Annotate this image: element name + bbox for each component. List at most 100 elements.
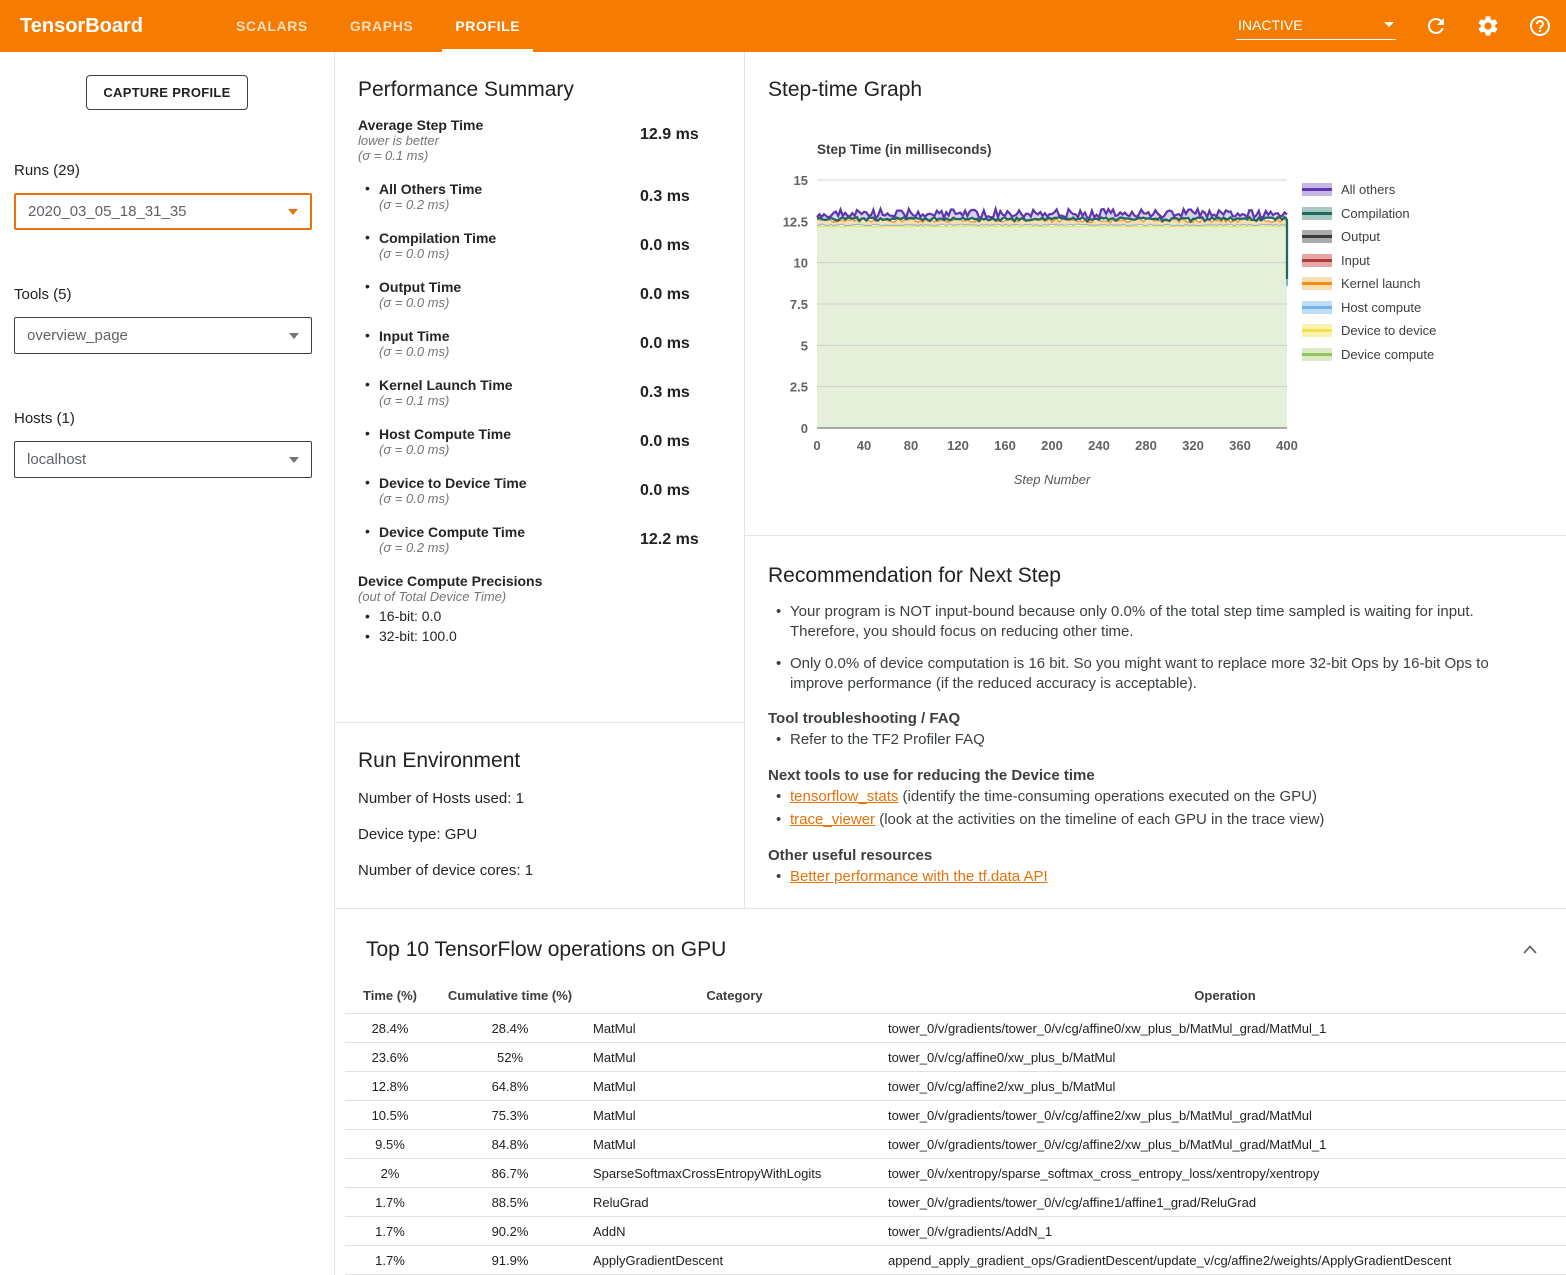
cell-category: MatMul xyxy=(585,1072,880,1101)
metric-value: 0.0 ms xyxy=(640,286,690,304)
column-header: Operation xyxy=(880,982,1566,1014)
cell-time: 10.5% xyxy=(345,1101,435,1130)
refresh-icon[interactable] xyxy=(1424,14,1448,38)
metric-value: 12.9 ms xyxy=(640,126,699,144)
table-row[interactable]: 1.7% 91.9% ApplyGradientDescent append_a… xyxy=(345,1246,1566,1275)
table-row[interactable]: 1.7% 90.2% AddN tower_0/v/gradients/AddN… xyxy=(345,1217,1566,1246)
capture-profile-button[interactable]: CAPTURE PROFILE xyxy=(86,75,247,110)
cell-operation: tower_0/v/xentropy/sparse_softmax_cross_… xyxy=(880,1159,1566,1188)
step-time-graph-card: Step-time Graph 02.557.51012.51504080120… xyxy=(745,52,1566,536)
run-env-line: Number of device cores: 1 xyxy=(358,862,744,879)
tab-scalars[interactable]: SCALARS xyxy=(215,0,329,52)
run-environment-title: Run Environment xyxy=(358,749,744,773)
table-row[interactable]: 9.5% 84.8% MatMul tower_0/v/gradients/to… xyxy=(345,1130,1566,1159)
legend-swatch xyxy=(1302,324,1332,337)
nav-tabs: SCALARSGRAPHSPROFILE xyxy=(215,0,541,52)
tool-desc: (identify the time-consuming operations … xyxy=(898,788,1317,805)
table-row[interactable]: 12.8% 64.8% MatMul tower_0/v/cg/affine2/… xyxy=(345,1072,1566,1101)
tools-dropdown-value: overview_page xyxy=(27,327,128,344)
svg-text:120: 120 xyxy=(947,438,969,453)
svg-text:160: 160 xyxy=(994,438,1016,453)
list-item: 16-bit: 0.0 xyxy=(358,606,744,626)
toolbar-right: INACTIVE xyxy=(1236,13,1552,40)
device-compute-precisions: Device Compute Precisions (out of Total … xyxy=(358,573,744,646)
precisions-title: Device Compute Precisions xyxy=(358,573,744,589)
tool-link[interactable]: trace_viewer xyxy=(790,811,875,828)
cell-time: 1.7% xyxy=(345,1188,435,1217)
list-item: Only 0.0% of device computation is 16 bi… xyxy=(768,654,1543,693)
cell-category: ReluGrad xyxy=(585,1188,880,1217)
table-row[interactable]: 23.6% 52% MatMul tower_0/v/cg/affine0/xw… xyxy=(345,1043,1566,1072)
cell-category: MatMul xyxy=(585,1101,880,1130)
table-row[interactable]: 2% 86.7% SparseSoftmaxCrossEntropyWithLo… xyxy=(345,1159,1566,1188)
tool-link[interactable]: tensorflow_stats xyxy=(790,788,898,805)
tab-graphs[interactable]: GRAPHS xyxy=(329,0,435,52)
cell-category: MatMul xyxy=(585,1014,880,1043)
performance-summary-card: Performance Summary Average Step Time lo… xyxy=(335,52,744,723)
table-row[interactable]: 10.5% 75.3% MatMul tower_0/v/gradients/t… xyxy=(345,1101,1566,1130)
cell-category: AddN xyxy=(585,1217,880,1246)
help-icon[interactable] xyxy=(1528,14,1552,38)
column-header: Time (%) xyxy=(345,982,435,1014)
svg-text:400: 400 xyxy=(1276,438,1298,453)
sidebar: CAPTURE PROFILE Runs (29) 2020_03_05_18_… xyxy=(0,52,335,1275)
runs-dropdown[interactable]: 2020_03_05_18_31_35 xyxy=(14,193,312,230)
tools-label: Tools (5) xyxy=(14,286,334,303)
recommendation-title: Recommendation for Next Step xyxy=(768,564,1566,588)
legend-swatch xyxy=(1302,254,1332,267)
svg-text:7.5: 7.5 xyxy=(790,297,808,312)
step-time-graph-title: Step-time Graph xyxy=(768,78,1566,102)
legend-item: Device to device xyxy=(1302,323,1436,338)
perf-summary-item: Device to Device Time (σ = 0.0 ms) 0.0 m… xyxy=(358,475,718,506)
svg-text:Step Number: Step Number xyxy=(1014,472,1091,487)
legend-item: Output xyxy=(1302,229,1436,244)
metric-value: 12.2 ms xyxy=(640,531,699,549)
svg-text:2.5: 2.5 xyxy=(790,380,808,395)
legend-item: All others xyxy=(1302,182,1436,197)
tool-link-item: trace_viewer (look at the activities on … xyxy=(768,810,1543,830)
table-header-row: Time (%)Cumulative time (%)CategoryOpera… xyxy=(345,982,1566,1014)
table-row[interactable]: 1.7% 88.5% ReluGrad tower_0/v/gradients/… xyxy=(345,1188,1566,1217)
status-dropdown[interactable]: INACTIVE xyxy=(1236,13,1396,40)
status-dropdown-value: INACTIVE xyxy=(1238,17,1303,33)
precisions-note: (out of Total Device Time) xyxy=(358,589,744,604)
cell-operation: tower_0/v/cg/affine2/xw_plus_b/MatMul xyxy=(880,1072,1566,1101)
legend-swatch xyxy=(1302,348,1332,361)
perf-summary-item: Device Compute Time (σ = 0.2 ms) 12.2 ms xyxy=(358,524,718,555)
legend-label: Output xyxy=(1341,229,1380,244)
legend-item: Input xyxy=(1302,253,1436,268)
hosts-dropdown[interactable]: localhost xyxy=(14,441,312,478)
legend-item: Kernel launch xyxy=(1302,276,1436,291)
runs-label: Runs (29) xyxy=(14,162,334,179)
legend-label: Kernel launch xyxy=(1341,276,1421,291)
cell-cumulative: 90.2% xyxy=(435,1217,585,1246)
svg-text:0: 0 xyxy=(801,421,808,436)
collapse-chevron-up-icon[interactable] xyxy=(1522,944,1538,955)
tab-profile[interactable]: PROFILE xyxy=(434,0,541,52)
cell-time: 2% xyxy=(345,1159,435,1188)
cell-category: MatMul xyxy=(585,1130,880,1159)
faq-title: Tool troubleshooting / FAQ xyxy=(768,710,1566,727)
metric-value: 0.0 ms xyxy=(640,237,690,255)
tools-dropdown[interactable]: overview_page xyxy=(14,317,312,354)
list-item: Your program is NOT input-bound because … xyxy=(768,602,1543,641)
run-environment-card: Run Environment Number of Hosts used: 1 … xyxy=(335,723,744,879)
cell-cumulative: 88.5% xyxy=(435,1188,585,1217)
svg-text:360: 360 xyxy=(1229,438,1251,453)
perf-summary-item: Input Time (σ = 0.0 ms) 0.0 ms xyxy=(358,328,718,359)
chevron-down-icon xyxy=(289,457,299,463)
chevron-down-icon xyxy=(1384,22,1394,27)
legend-item: Host compute xyxy=(1302,300,1436,315)
settings-gear-icon[interactable] xyxy=(1476,14,1500,38)
perf-summary-item: Compilation Time (σ = 0.0 ms) 0.0 ms xyxy=(358,230,718,261)
svg-text:5: 5 xyxy=(801,338,808,353)
cell-cumulative: 86.7% xyxy=(435,1159,585,1188)
tool-desc: (look at the activities on the timeline … xyxy=(875,811,1324,828)
table-row[interactable]: 28.4% 28.4% MatMul tower_0/v/gradients/t… xyxy=(345,1014,1566,1043)
legend-label: Compilation xyxy=(1341,206,1410,221)
cell-category: SparseSoftmaxCrossEntropyWithLogits xyxy=(585,1159,880,1188)
resource-link[interactable]: Better performance with the tf.data API xyxy=(790,868,1048,885)
next-tools-title: Next tools to use for reducing the Devic… xyxy=(768,767,1566,784)
perf-summary-item: Host Compute Time (σ = 0.0 ms) 0.0 ms xyxy=(358,426,718,457)
average-step-time: Average Step Time lower is better (σ = 0… xyxy=(358,117,718,163)
